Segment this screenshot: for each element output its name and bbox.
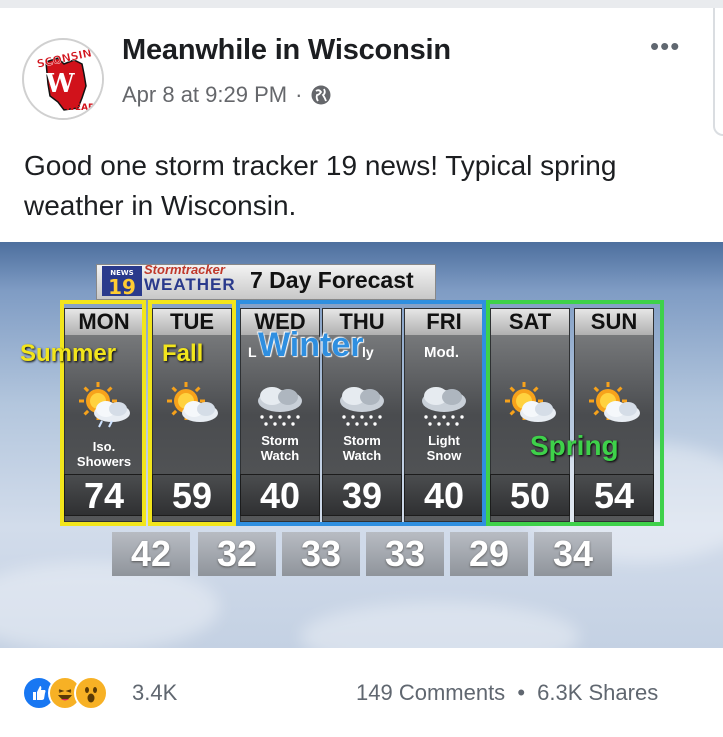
high-temp: 59 [152,474,232,516]
weather-icon-wrap [248,379,312,429]
condition-text: Light Snow [426,433,462,463]
high-temp: 40 [240,474,320,516]
more-options-button[interactable]: ••• [650,33,680,59]
high-temp: 50 [490,474,570,516]
condition-text: Storm Watch [342,433,382,463]
low-temp: 34 [534,532,612,576]
shares-count-link[interactable]: 6.3K Shares [537,680,658,705]
brand-weather: WEATHER [144,275,236,294]
sun-rain-icon [79,382,130,428]
snow-cloud-icon [340,387,384,426]
weather-forecast-image[interactable]: NEWS 19 Stormtracker WEATHER 7 Day Forec… [0,242,723,648]
high-temp: 39 [322,474,402,516]
high-temp: 74 [64,474,144,516]
day-label: TUE [153,309,231,335]
reaction-count[interactable]: 3.4K [132,680,177,706]
svg-text:WEAR: WEAR [65,103,95,113]
high-temp: 40 [404,474,484,516]
low-temp: 29 [450,532,528,576]
weather-icon-wrap [582,379,646,429]
condition-text: Storm Watch [260,433,300,463]
weather-icon-wrap [498,379,562,429]
page-avatar[interactable]: SCONSIN W WEAR [22,38,104,120]
weather-icon-wrap [412,379,476,429]
forecast-title: 7 Day Forecast [250,267,414,293]
wisconsin-logo-icon: SCONSIN W WEAR [25,41,102,118]
comments-count-link[interactable]: 149 Comments [356,680,505,705]
wow-icon [74,676,108,710]
brand-number-text: 19 [108,275,136,298]
post-meta: Apr 8 at 9:29 PM · [122,82,332,108]
sun-cloud-icon [505,382,556,422]
post-stats: 149 Comments • 6.3K Shares [356,680,658,706]
winter-suffix: ly [362,344,374,360]
winter-label: Winter [258,326,364,364]
low-temp: 33 [366,532,444,576]
summer-label: Summer [20,340,117,367]
winter-prefix: L [248,344,257,360]
low-temp: 32 [198,532,276,576]
scroll-edge [713,8,723,136]
meta-separator: · [295,82,303,107]
snow-cloud-icon [422,387,466,426]
spring-label: Spring [530,430,619,461]
top-divider [0,0,723,8]
reaction-icons[interactable] [22,674,108,712]
svg-text:W: W [44,69,75,99]
background-cloud [300,602,580,648]
weather-icon-wrap [72,379,136,429]
condition-text: Iso. Showers [76,439,132,469]
stats-separator: • [517,680,526,705]
snow-cloud-icon [258,387,302,426]
day-label: MON [65,309,143,335]
globe-icon[interactable] [310,84,332,106]
low-temp: 33 [282,532,360,576]
day-label: FRI [405,309,483,335]
sun-cloud-icon [167,382,218,422]
high-temp: 54 [574,474,654,516]
low-temp: 42 [112,532,190,576]
post-caption: Good one storm tracker 19 news! Typical … [24,150,617,221]
day-label: SUN [575,309,653,335]
day-label: SAT [491,309,569,335]
post-timestamp[interactable]: Apr 8 at 9:29 PM [122,82,287,108]
mod-label: Mod. [424,344,459,361]
page-name-link[interactable]: Meanwhile in Wisconsin [122,34,451,67]
news-19-logo-icon: NEWS 19 [102,266,142,298]
fall-label: Fall [162,340,204,367]
weather-icon-wrap [160,379,224,429]
sun-cloud-icon [589,382,640,422]
weather-icon-wrap [330,379,394,429]
